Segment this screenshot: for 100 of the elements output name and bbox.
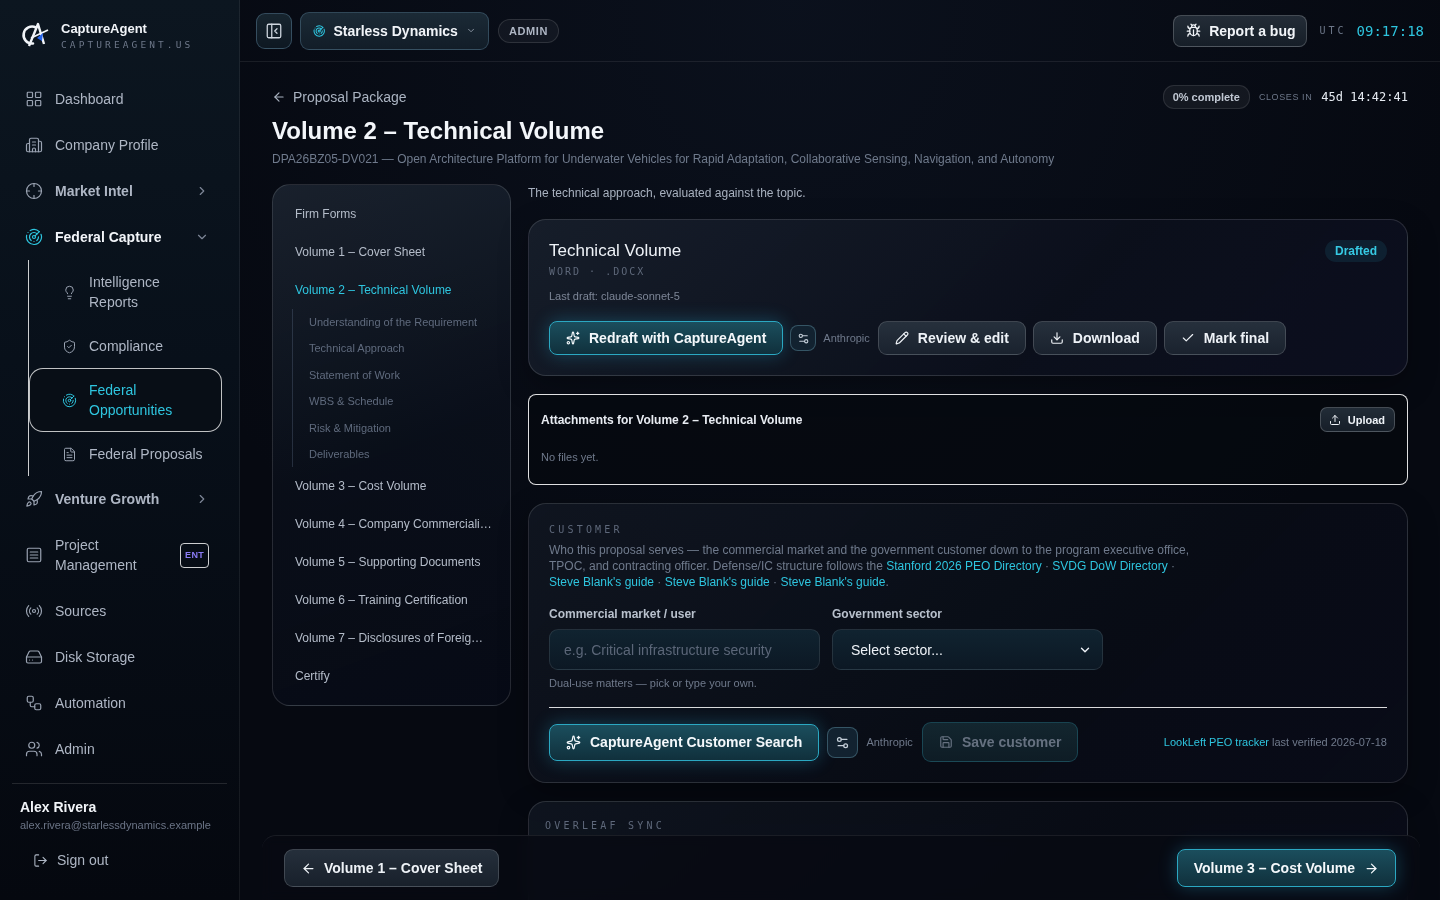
sidebar-nav-item[interactable]: Automation bbox=[0, 680, 239, 726]
next-volume-button[interactable]: Volume 3 – Cost Volume bbox=[1176, 849, 1396, 887]
org-switcher[interactable]: Starless Dynamics bbox=[300, 11, 489, 50]
previous-volume-button[interactable]: Volume 1 – Cover Sheet bbox=[284, 849, 500, 887]
building-icon bbox=[25, 136, 43, 154]
sliders-icon bbox=[796, 331, 810, 345]
sidebar-nav-item[interactable]: Federal Capture bbox=[0, 214, 239, 260]
upload-button[interactable]: Upload bbox=[1319, 407, 1395, 432]
tracker-link[interactable]: LookLeft PEO tracker bbox=[1163, 736, 1269, 748]
redraft-button[interactable]: Redraft with CaptureAgent bbox=[549, 321, 784, 355]
panel-collapse-icon bbox=[265, 21, 283, 40]
section-link[interactable]: Deliverables bbox=[293, 441, 498, 468]
download-icon bbox=[1049, 331, 1064, 345]
sidebar-nav-item[interactable]: Company Profile bbox=[0, 122, 239, 168]
collapse-sidebar-button[interactable] bbox=[256, 12, 292, 49]
sliders-icon bbox=[835, 734, 851, 750]
volume-nav-item[interactable]: Volume 3 – Cost Volume bbox=[285, 467, 498, 506]
crosshair-icon bbox=[25, 182, 43, 200]
sidebar-subnav-item[interactable]: Compliance bbox=[29, 324, 222, 368]
provider-label: Anthropic bbox=[823, 332, 870, 344]
radar-icon bbox=[25, 228, 43, 246]
document-action-button[interactable]: Download bbox=[1032, 321, 1157, 355]
pencil-icon bbox=[894, 331, 909, 345]
market-input[interactable]: e.g. Critical infrastructure security bbox=[549, 629, 820, 670]
upload-icon bbox=[1328, 413, 1341, 426]
directory-link[interactable]: SVDG DoW Directory bbox=[1052, 559, 1168, 573]
lightbulb-icon bbox=[62, 284, 77, 300]
customer-description: Who this proposal serves — the commercial market and the government customer down to the program executive office, TPOC, and contracting officer. Defense/IC structure follows the Stanford 2026 PEO Directory · SVDG DoW Directory · Steve Blank's guide · Steve Blank's guide · Steve Blank's guide. bbox=[549, 542, 1191, 590]
brand-domain: CAPTUREAGENT.US bbox=[61, 38, 194, 52]
section-link[interactable]: Statement of Work bbox=[293, 361, 498, 389]
status-badge: Drafted bbox=[1325, 240, 1387, 262]
section-link[interactable]: WBS & Schedule bbox=[293, 388, 498, 415]
document-action-button[interactable]: Review & edit bbox=[877, 321, 1026, 355]
sign-out-link[interactable]: Sign out bbox=[33, 845, 109, 875]
sidebar-nav-item[interactable]: Venture Growth bbox=[0, 476, 239, 522]
volume-nav-item[interactable]: Volume 2 – Technical Volume bbox=[285, 271, 498, 309]
volume-intro: The technical approach, evaluated against the topic. bbox=[528, 185, 807, 201]
list-icon bbox=[25, 546, 43, 564]
sidebar-nav-item[interactable]: Sources bbox=[0, 588, 239, 634]
clock-zone: UTC bbox=[1319, 25, 1347, 36]
sidebar-nav-item[interactable]: Disk Storage bbox=[0, 634, 239, 680]
directory-link[interactable]: Stanford 2026 PEO Directory bbox=[886, 559, 1042, 573]
page-subtitle: DPA26BZ05-DV021 — Open Architecture Platform for Underwater Vehicles for Rapid Adaptation, Collaborative Sensing, Navigation, and Autonomy bbox=[272, 151, 1056, 167]
radar-icon bbox=[62, 392, 77, 408]
rocket-icon bbox=[25, 490, 43, 508]
volume-nav-item[interactable]: Volume 7 – Disclosures of Foreig… bbox=[285, 619, 498, 658]
volume-nav-item[interactable]: Volume 1 – Cover Sheet bbox=[285, 233, 498, 271]
clock-time: 09:17:18 bbox=[1356, 22, 1424, 39]
last-draft-note: Last draft: claude-sonnet-5 bbox=[549, 289, 681, 303]
volume-nav-item[interactable]: Volume 6 – Training Certification bbox=[285, 581, 498, 620]
sidebar-subnav-item[interactable]: Intelligence Reports bbox=[29, 260, 222, 324]
section-heading: OVERLEAF SYNC bbox=[545, 820, 666, 832]
plan-badge: ENT bbox=[180, 542, 209, 568]
report-bug-button[interactable]: Report a bug bbox=[1173, 14, 1307, 47]
provider-label: Anthropic bbox=[866, 736, 913, 748]
radar-icon bbox=[313, 22, 326, 39]
back-link[interactable]: Proposal Package bbox=[272, 88, 407, 106]
directory-link[interactable]: Steve Blank's guide bbox=[549, 575, 655, 589]
field-label: Commercial market / user bbox=[549, 606, 697, 622]
volume-nav-item[interactable]: Certify bbox=[285, 657, 498, 696]
customer-search-button[interactable]: CaptureAgent Customer Search bbox=[549, 723, 820, 761]
arrow-right-icon bbox=[1364, 860, 1379, 876]
page-title: Volume 2 – Technical Volume bbox=[272, 116, 606, 146]
volume-nav-item[interactable]: Volume 5 – Supporting Documents bbox=[285, 543, 498, 582]
directory-link[interactable]: Steve Blank's guide bbox=[664, 575, 770, 589]
save-icon bbox=[938, 735, 953, 749]
document-title: Technical Volume bbox=[549, 240, 682, 262]
sidebar-nav-item[interactable]: Market Intel bbox=[0, 168, 239, 214]
model-settings-button[interactable] bbox=[827, 726, 859, 758]
brand-name: CaptureAgent bbox=[61, 21, 148, 37]
document-format: WORD · .DOCX bbox=[549, 266, 647, 278]
broadcast-icon bbox=[25, 602, 43, 620]
check-icon bbox=[1180, 331, 1195, 345]
countdown: 45d 14:42:41 bbox=[1321, 90, 1408, 104]
volume-nav-item[interactable]: Firm Forms bbox=[285, 195, 498, 233]
sector-select[interactable]: Select sector... bbox=[832, 629, 1103, 670]
document-action-button[interactable]: Mark final bbox=[1163, 321, 1287, 355]
progress-badge: 0% complete bbox=[1162, 85, 1250, 109]
field-label: Government sector bbox=[832, 606, 944, 622]
bug-icon bbox=[1186, 23, 1202, 38]
grid-icon bbox=[25, 90, 43, 108]
sidebar-nav-item[interactable]: Project Management ENT bbox=[0, 522, 239, 588]
sparkle-icon bbox=[566, 734, 581, 750]
role-badge: ADMIN bbox=[498, 18, 560, 43]
user-email: alex.rivera@starlessdynamics.example bbox=[20, 818, 212, 832]
closes-in-label: CLOSES IN bbox=[1258, 92, 1313, 102]
model-settings-button[interactable] bbox=[790, 325, 817, 351]
sidebar-nav-item[interactable]: Admin bbox=[0, 726, 239, 772]
section-link[interactable]: Risk & Mitigation bbox=[293, 414, 498, 442]
volume-nav-item[interactable]: Volume 4 – Company Commerciali… bbox=[285, 505, 498, 544]
field-hint: Dual-use matters — pick or type your own. bbox=[549, 676, 758, 690]
users-icon bbox=[25, 740, 43, 758]
shield-check-icon bbox=[62, 338, 77, 354]
sidebar-nav-item[interactable]: Dashboard bbox=[0, 76, 239, 122]
sidebar-subnav-item[interactable]: Federal Proposals bbox=[29, 432, 222, 476]
logo-icon bbox=[21, 21, 49, 49]
attachments-title: Attachments for Volume 2 – Technical Volume bbox=[541, 411, 803, 428]
sidebar-subnav-item[interactable]: Federal Opportunities bbox=[29, 368, 222, 432]
document-icon bbox=[62, 446, 77, 462]
workflow-icon bbox=[25, 694, 43, 712]
